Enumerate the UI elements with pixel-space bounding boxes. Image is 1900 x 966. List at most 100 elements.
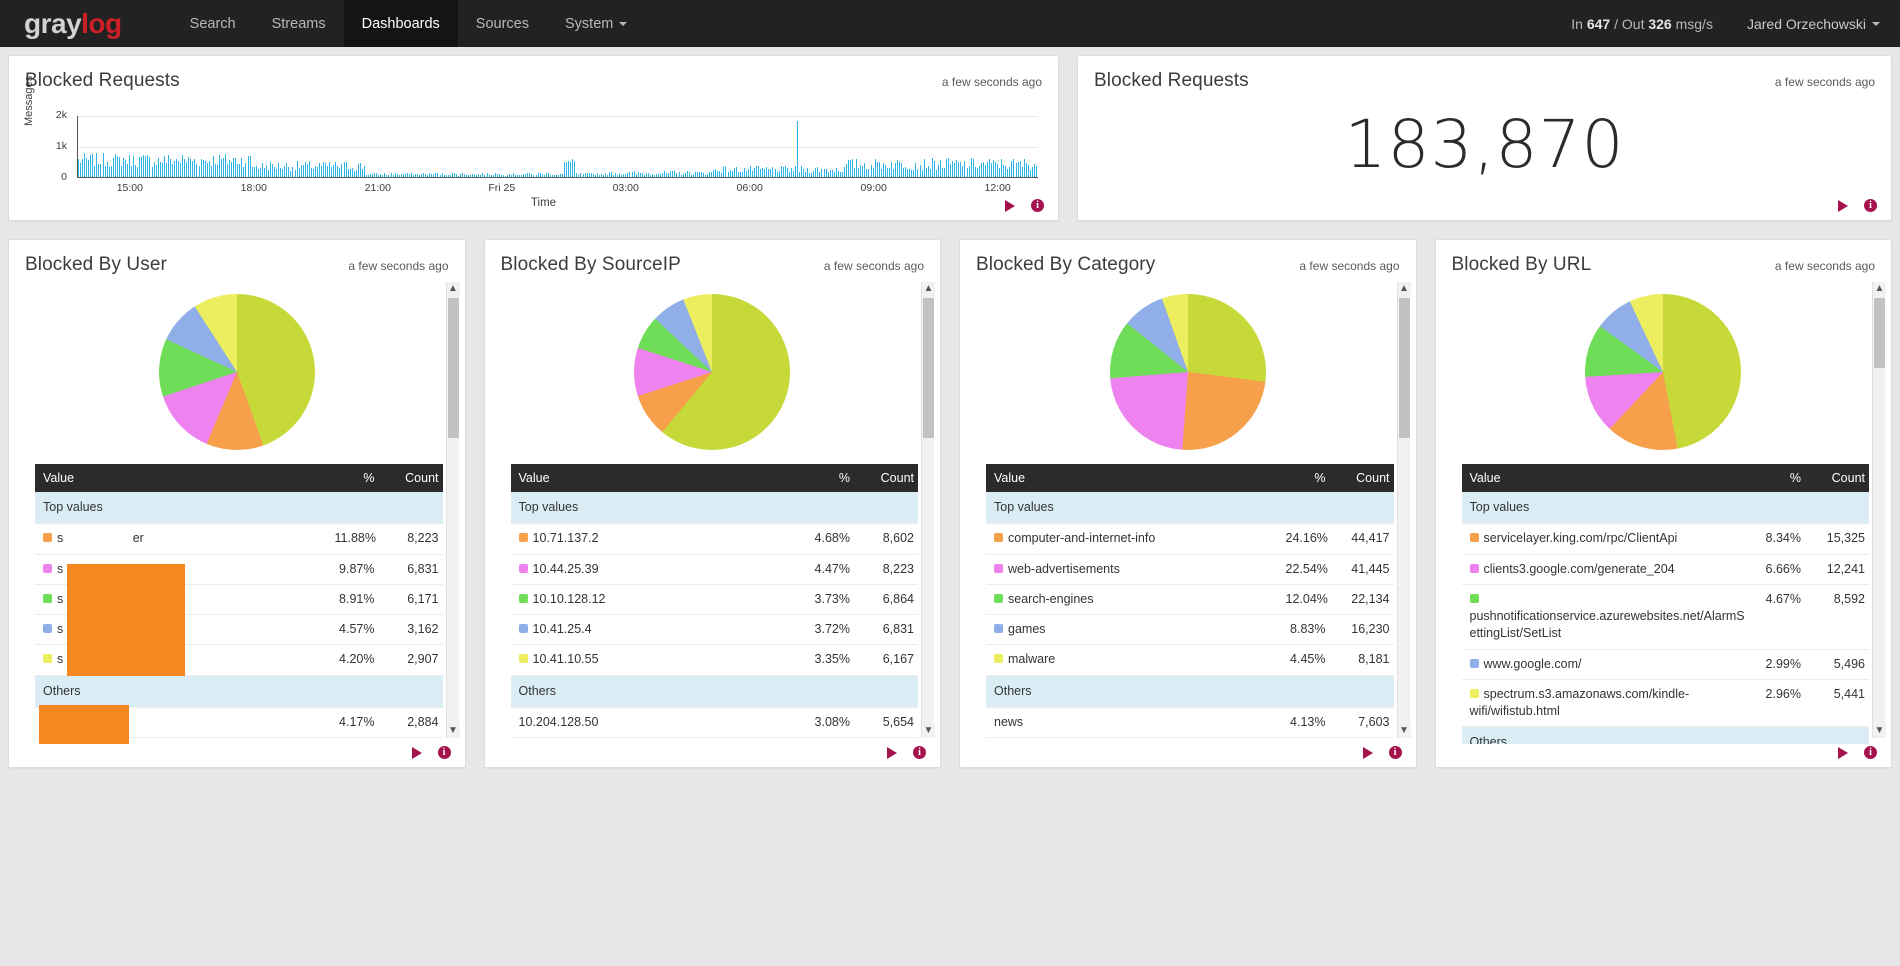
info-icon[interactable]: i (1031, 199, 1044, 212)
redaction-overlay (39, 705, 129, 744)
legend-swatch-icon (1470, 659, 1479, 668)
widget-blocked-by-url[interactable]: Blocked By URLa few seconds agoValue%Cou… (1435, 239, 1893, 768)
table-row[interactable]: www.google.com/2.99%5,496 (1462, 649, 1870, 679)
table-row[interactable]: web-advertisements22.54%41,445 (986, 554, 1394, 584)
legend-swatch-icon (519, 654, 528, 663)
scrollbar-thumb[interactable] (923, 298, 934, 438)
row-value-text: clients3.google.com/generate_204 (1484, 562, 1675, 576)
widget-blocked-by-category[interactable]: Blocked By Categorya few seconds agoValu… (959, 239, 1417, 768)
info-icon[interactable]: i (1389, 746, 1402, 759)
info-icon[interactable]: i (1864, 199, 1877, 212)
table-row[interactable]: s er11.88%8,223 (35, 524, 443, 554)
widget-blocked-requests-histogram[interactable]: Blocked Requests a few seconds ago Messa… (8, 55, 1059, 221)
table-section-top: Top values (1462, 492, 1870, 524)
table-row[interactable]: spectrum.s3.amazonaws.com/kindle-wifi/wi… (1462, 679, 1870, 727)
table-row[interactable]: pushnotificationservice.azurewebsites.ne… (1462, 584, 1870, 649)
row-value-text: games (1008, 622, 1046, 636)
table-row[interactable]: servicelayer.king.com/rpc/ClientApi8.34%… (1462, 524, 1870, 554)
row-value: 10.71.137.2 (511, 524, 803, 554)
table-row[interactable]: clients3.google.com/generate_2046.66%12,… (1462, 554, 1870, 584)
widget-header: Blocked By SourceIPa few seconds ago (485, 240, 941, 276)
table-row[interactable]: search-engines12.04%22,134 (986, 584, 1394, 614)
graylog-logo[interactable]: graylog (0, 0, 144, 47)
table-row[interactable]: 10.41.10.553.35%6,167 (511, 645, 919, 675)
y-tick-label: 2k (56, 109, 67, 121)
scroll-up-icon[interactable]: ▲ (1398, 282, 1411, 296)
row-value-text: s (57, 592, 63, 606)
widget-scrollbar[interactable]: ▲▼ (446, 282, 459, 738)
column-header-count: Count (860, 464, 918, 492)
widget-scroll-area: Value%CountTop valuescomputer-and-intern… (960, 276, 1416, 744)
table-row[interactable]: business-and-economy3.82%7,016 (986, 738, 1394, 745)
row-count: 8,223 (385, 524, 443, 554)
section-label: Top values (1462, 492, 1870, 524)
column-header-value: Value (35, 464, 327, 492)
user-menu[interactable]: Jared Orzechowski (1747, 16, 1880, 32)
row-count: 5,441 (1811, 679, 1869, 727)
x-tick-label: Fri 25 (488, 182, 515, 194)
table-row[interactable]: 10.71.128.323.06%5,616 (511, 738, 919, 745)
table-row[interactable]: 10.204.128.503.08%5,654 (511, 707, 919, 737)
widget-scrollbar[interactable]: ▲▼ (1872, 282, 1885, 738)
nav-item-search[interactable]: Search (172, 0, 254, 47)
play-icon[interactable] (412, 747, 422, 759)
legend-swatch-icon (1470, 564, 1479, 573)
table-row[interactable]: games8.83%16,230 (986, 615, 1394, 645)
table-row[interactable]: 10.44.25.394.47%8,223 (511, 554, 919, 584)
widget-footer: i (1005, 199, 1044, 212)
scroll-down-icon[interactable]: ▼ (1398, 724, 1411, 738)
widget-blocked-by-user[interactable]: Blocked By Usera few seconds agoValue%Co… (8, 239, 466, 768)
scrollbar-thumb[interactable] (1874, 298, 1885, 368)
scroll-down-icon[interactable]: ▼ (447, 724, 460, 738)
throughput-in-value: 647 (1587, 16, 1610, 32)
play-icon[interactable] (1363, 747, 1373, 759)
table-row[interactable]: 10.71.137.24.68%8,602 (511, 524, 919, 554)
widget-scrollbar[interactable]: ▲▼ (921, 282, 934, 738)
scroll-down-icon[interactable]: ▼ (1873, 724, 1886, 738)
scroll-up-icon[interactable]: ▲ (922, 282, 935, 296)
column-header-count: Count (1336, 464, 1394, 492)
row-value-text: search-engines (1008, 592, 1093, 606)
widget-scroll-area: Value%CountTop valuess er11.88%8,223s9.8… (9, 276, 465, 744)
row-percent: 3.73% (802, 584, 860, 614)
play-icon[interactable] (1005, 200, 1015, 212)
nav-item-streams[interactable]: Streams (254, 0, 344, 47)
scrollbar-thumb[interactable] (1399, 298, 1410, 438)
widget-footer: i (887, 746, 926, 759)
widget-blocked-by-sourceip[interactable]: Blocked By SourceIPa few seconds agoValu… (484, 239, 942, 768)
widget-scrollbar[interactable]: ▲▼ (1397, 282, 1410, 738)
x-tick-label: 09:00 (861, 182, 887, 194)
scrollbar-thumb[interactable] (448, 298, 459, 438)
info-icon[interactable]: i (438, 746, 451, 759)
widget-header: Blocked By URLa few seconds ago (1436, 240, 1892, 276)
scroll-down-icon[interactable]: ▼ (922, 724, 935, 738)
legend-swatch-icon (43, 654, 52, 663)
column-header-percent: % (802, 464, 860, 492)
row-percent: 22.54% (1278, 554, 1336, 584)
table-row[interactable]: malware4.45%8,181 (986, 645, 1394, 675)
table-row[interactable]: news4.13%7,603 (986, 707, 1394, 737)
nav-item-system[interactable]: System (547, 0, 645, 47)
row-percent: 4.20% (327, 645, 385, 675)
row-value: news (986, 707, 1278, 737)
scroll-up-icon[interactable]: ▲ (447, 282, 460, 296)
scroll-up-icon[interactable]: ▲ (1873, 282, 1886, 296)
pie-chart (1436, 284, 1892, 460)
widget-blocked-requests-counter[interactable]: Blocked Requests a few seconds ago 183,8… (1077, 55, 1892, 221)
nav-item-dashboards[interactable]: Dashboards (344, 0, 458, 47)
values-table: Value%CountTop valuescomputer-and-intern… (986, 464, 1394, 744)
y-tick-label: 0 (61, 171, 67, 183)
table-row[interactable]: 10.41.25.43.72%6,831 (511, 615, 919, 645)
row-count: 16,230 (1336, 615, 1394, 645)
legend-swatch-icon (1470, 533, 1479, 542)
pie-chart-graphic (634, 294, 790, 450)
play-icon[interactable] (1838, 747, 1848, 759)
info-icon[interactable]: i (1864, 746, 1877, 759)
widget-timestamp: a few seconds ago (942, 75, 1042, 89)
play-icon[interactable] (887, 747, 897, 759)
table-row[interactable]: computer-and-internet-info24.16%44,417 (986, 524, 1394, 554)
play-icon[interactable] (1838, 200, 1848, 212)
nav-item-sources[interactable]: Sources (458, 0, 547, 47)
table-row[interactable]: 10.10.128.123.73%6,864 (511, 584, 919, 614)
info-icon[interactable]: i (913, 746, 926, 759)
